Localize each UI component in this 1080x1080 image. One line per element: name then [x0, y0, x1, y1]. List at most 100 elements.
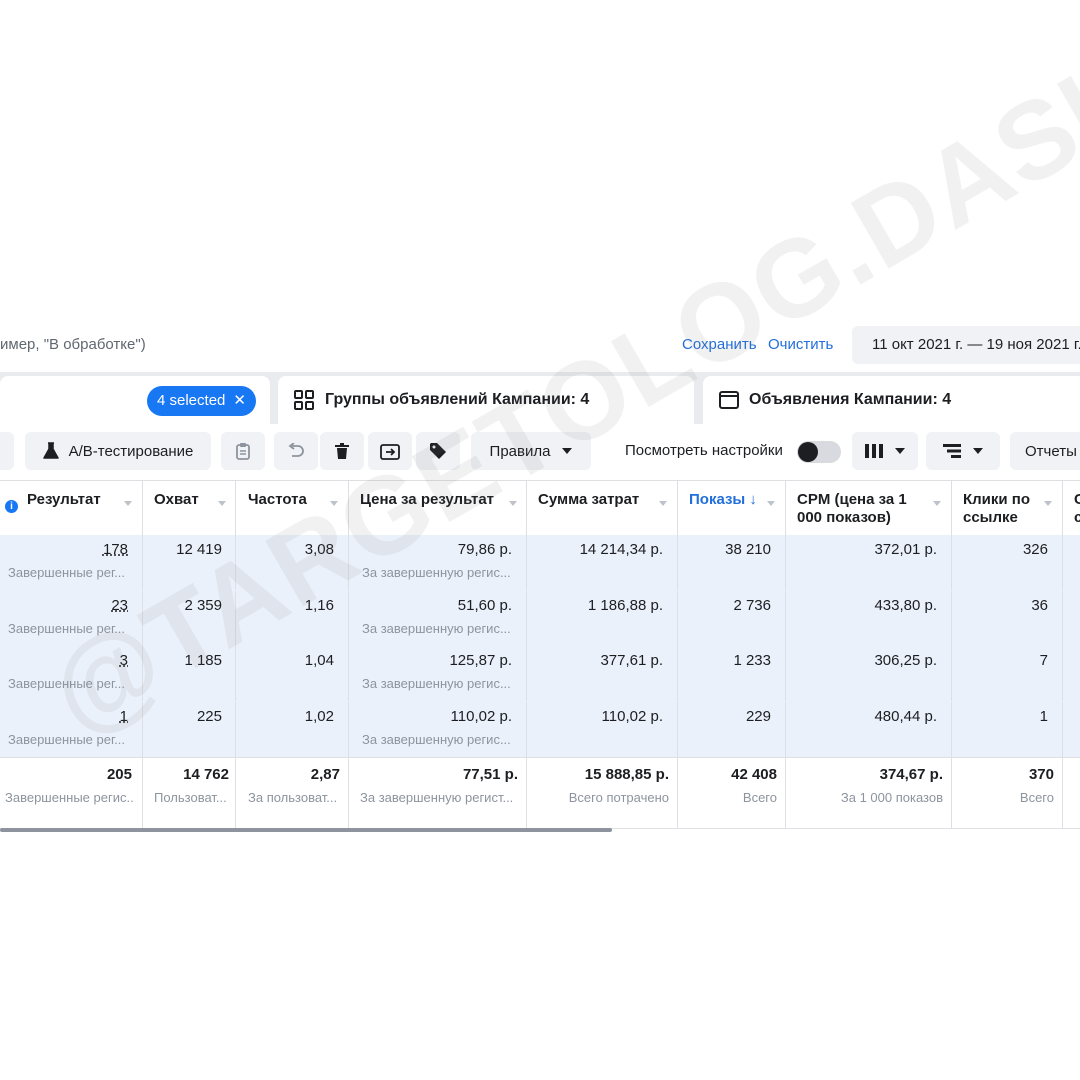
toolbar-button-partial[interactable]	[0, 432, 14, 470]
result-value[interactable]: 23	[111, 597, 128, 614]
reach-cell: 2 359	[143, 591, 236, 646]
columns-icon	[865, 444, 883, 458]
reach-cell: 225	[143, 702, 236, 757]
sort-caret-icon	[659, 501, 667, 506]
cost-per-result-subtext: За завершенную регис...	[362, 732, 511, 747]
spent-value: 1 186,88 р.	[587, 597, 663, 614]
column-header-reach[interactable]: Охват	[143, 481, 236, 535]
total-cost-per-result-cell: 77,51 р. За завершенную регист...	[349, 758, 527, 828]
column-header-amount-spent[interactable]: Сумма затрат	[527, 481, 678, 535]
link-clicks-cell: 1	[952, 702, 1063, 757]
impressions-cell: 229	[678, 702, 786, 757]
sort-caret-icon	[509, 501, 517, 506]
filter-search-input[interactable]: имер, "В обработке")	[0, 336, 146, 353]
grid-icon	[294, 390, 314, 415]
tag-button[interactable]	[416, 432, 460, 470]
save-filter-link[interactable]: Сохранить	[682, 336, 757, 353]
column-header-link-clicks[interactable]: Клики по ссылке	[952, 481, 1063, 535]
column-header-impressions[interactable]: Показы ↓	[678, 481, 786, 535]
undo-button[interactable]	[274, 432, 318, 470]
clear-filter-link[interactable]: Очистить	[768, 336, 833, 353]
column-header-label: Сумма затрат	[538, 491, 640, 508]
column-header-label: Цена за результат	[360, 491, 495, 508]
ad-frame-icon	[719, 391, 739, 414]
impressions-value: 229	[745, 708, 771, 725]
cost-per-result-cell: 79,86 р. За завершенную регис...	[349, 535, 527, 590]
result-cell: 1 Завершенные рег...	[0, 702, 143, 757]
view-settings-toggle[interactable]	[797, 441, 841, 463]
column-header-frequency[interactable]: Частота	[236, 481, 349, 535]
tab-ads[interactable]: Объявления Кампании: 4	[703, 376, 1080, 424]
reports-dropdown[interactable]: Отчеты	[1010, 432, 1080, 470]
column-header-label: Охват	[154, 491, 199, 508]
spent-value: 110,02 р.	[601, 708, 663, 725]
date-range-label: 11 окт 2021 г. — 19 ноя 2021 г.	[872, 336, 1080, 353]
table-row[interactable]: 178 Завершенные рег... 12 419 3,08 79,86 …	[0, 535, 1080, 590]
close-icon[interactable]: ✕	[233, 392, 246, 409]
result-value[interactable]: 178	[103, 541, 128, 558]
horizontal-scrollbar[interactable]	[0, 828, 612, 832]
result-cell: 23 Завершенные рег...	[0, 591, 143, 646]
ab-test-button[interactable]: A/B-тестирование	[25, 432, 211, 470]
selected-count-label: 4 selected	[157, 392, 226, 409]
column-header-label: Частота	[248, 491, 307, 508]
result-cell: 178 Завершенные рег...	[0, 535, 143, 590]
cost-per-result-value: 51,60 р.	[457, 597, 512, 614]
toolbar: A/B-тестирование Правила Посмотреть наст…	[0, 424, 1080, 478]
cpm-cell: 306,25 р.	[786, 646, 952, 701]
table-row[interactable]: 3 Завершенные рег... 1 185 1,04 125,87 р.…	[0, 646, 1080, 701]
caret-down-icon	[895, 448, 905, 454]
trash-icon	[334, 442, 350, 460]
frequency-value: 3,08	[304, 541, 334, 558]
link-clicks-value: 1	[1039, 708, 1048, 725]
breakdown-dropdown[interactable]	[926, 432, 1000, 470]
table-row[interactable]: 1 Завершенные рег... 225 1,02 110,02 р. За…	[0, 702, 1080, 757]
date-range-picker[interactable]: 11 окт 2021 г. — 19 ноя 2021 г.	[852, 326, 1080, 364]
tab-campaigns[interactable]: 4 selected ✕	[0, 376, 270, 424]
total-result-subtext: Завершенные регис...	[5, 790, 135, 805]
frequency-cell: 3,08	[236, 535, 349, 590]
toggle-knob	[798, 442, 818, 462]
link-clicks-cell: 7	[952, 646, 1063, 701]
cost-per-result-cell: 125,87 р. За завершенную регис...	[349, 646, 527, 701]
column-header-label: Клики по ссылке	[963, 491, 1031, 526]
total-impressions-cell: 42 408 Всего	[678, 758, 786, 828]
view-settings-label: Посмотреть настройки	[625, 442, 783, 459]
cost-per-result-cell: 110,02 р. За завершенную регис...	[349, 702, 527, 757]
impressions-value: 1 233	[733, 652, 771, 669]
result-subtext: Завершенные рег...	[8, 676, 125, 691]
copy-button[interactable]	[221, 432, 265, 470]
sort-caret-icon	[218, 501, 226, 506]
result-subtext: Завершенные рег...	[8, 565, 125, 580]
result-value[interactable]: 3	[120, 652, 128, 669]
delete-button[interactable]	[320, 432, 364, 470]
sort-caret-icon	[124, 501, 132, 506]
result-value[interactable]: 1	[120, 708, 128, 725]
cost-per-result-value: 110,02 р.	[450, 708, 512, 725]
spent-cell: 377,61 р.	[527, 646, 678, 701]
total-cost-per-result-subtext: За завершенную регист...	[360, 790, 514, 805]
export-icon	[380, 442, 400, 460]
total-link-clicks-subtext: Всего	[1019, 790, 1054, 805]
cost-per-result-subtext: За завершенную регис...	[362, 565, 511, 580]
column-header-cpm[interactable]: CPM (цена за 1 000 показов)	[786, 481, 952, 535]
sort-caret-icon	[1044, 501, 1052, 506]
column-header-result[interactable]: i Результат	[0, 481, 143, 535]
selected-count-badge[interactable]: 4 selected ✕	[147, 386, 256, 416]
impressions-value: 38 210	[725, 541, 771, 558]
link-clicks-cell: 36	[952, 591, 1063, 646]
frequency-value: 1,16	[304, 597, 334, 614]
cpm-value: 372,01 р.	[874, 541, 937, 558]
columns-dropdown[interactable]	[852, 432, 918, 470]
result-cell: 3 Завершенные рег...	[0, 646, 143, 701]
column-header-cost-per-result[interactable]: Цена за результат	[349, 481, 527, 535]
table-row[interactable]: 23 Завершенные рег... 2 359 1,16 51,60 р.…	[0, 591, 1080, 646]
tab-adsets[interactable]: Группы объявлений Кампании: 4	[278, 376, 694, 424]
column-header-partial[interactable]: С с	[1063, 481, 1080, 535]
total-result-cell: 205 Завершенные регис...	[0, 758, 143, 828]
tab-adsets-label: Группы объявлений Кампании: 4	[325, 391, 590, 408]
export-button[interactable]	[368, 432, 412, 470]
breakdown-icon	[943, 444, 961, 458]
result-subtext: Завершенные рег...	[8, 621, 125, 636]
rules-dropdown[interactable]: Правила	[471, 432, 591, 470]
